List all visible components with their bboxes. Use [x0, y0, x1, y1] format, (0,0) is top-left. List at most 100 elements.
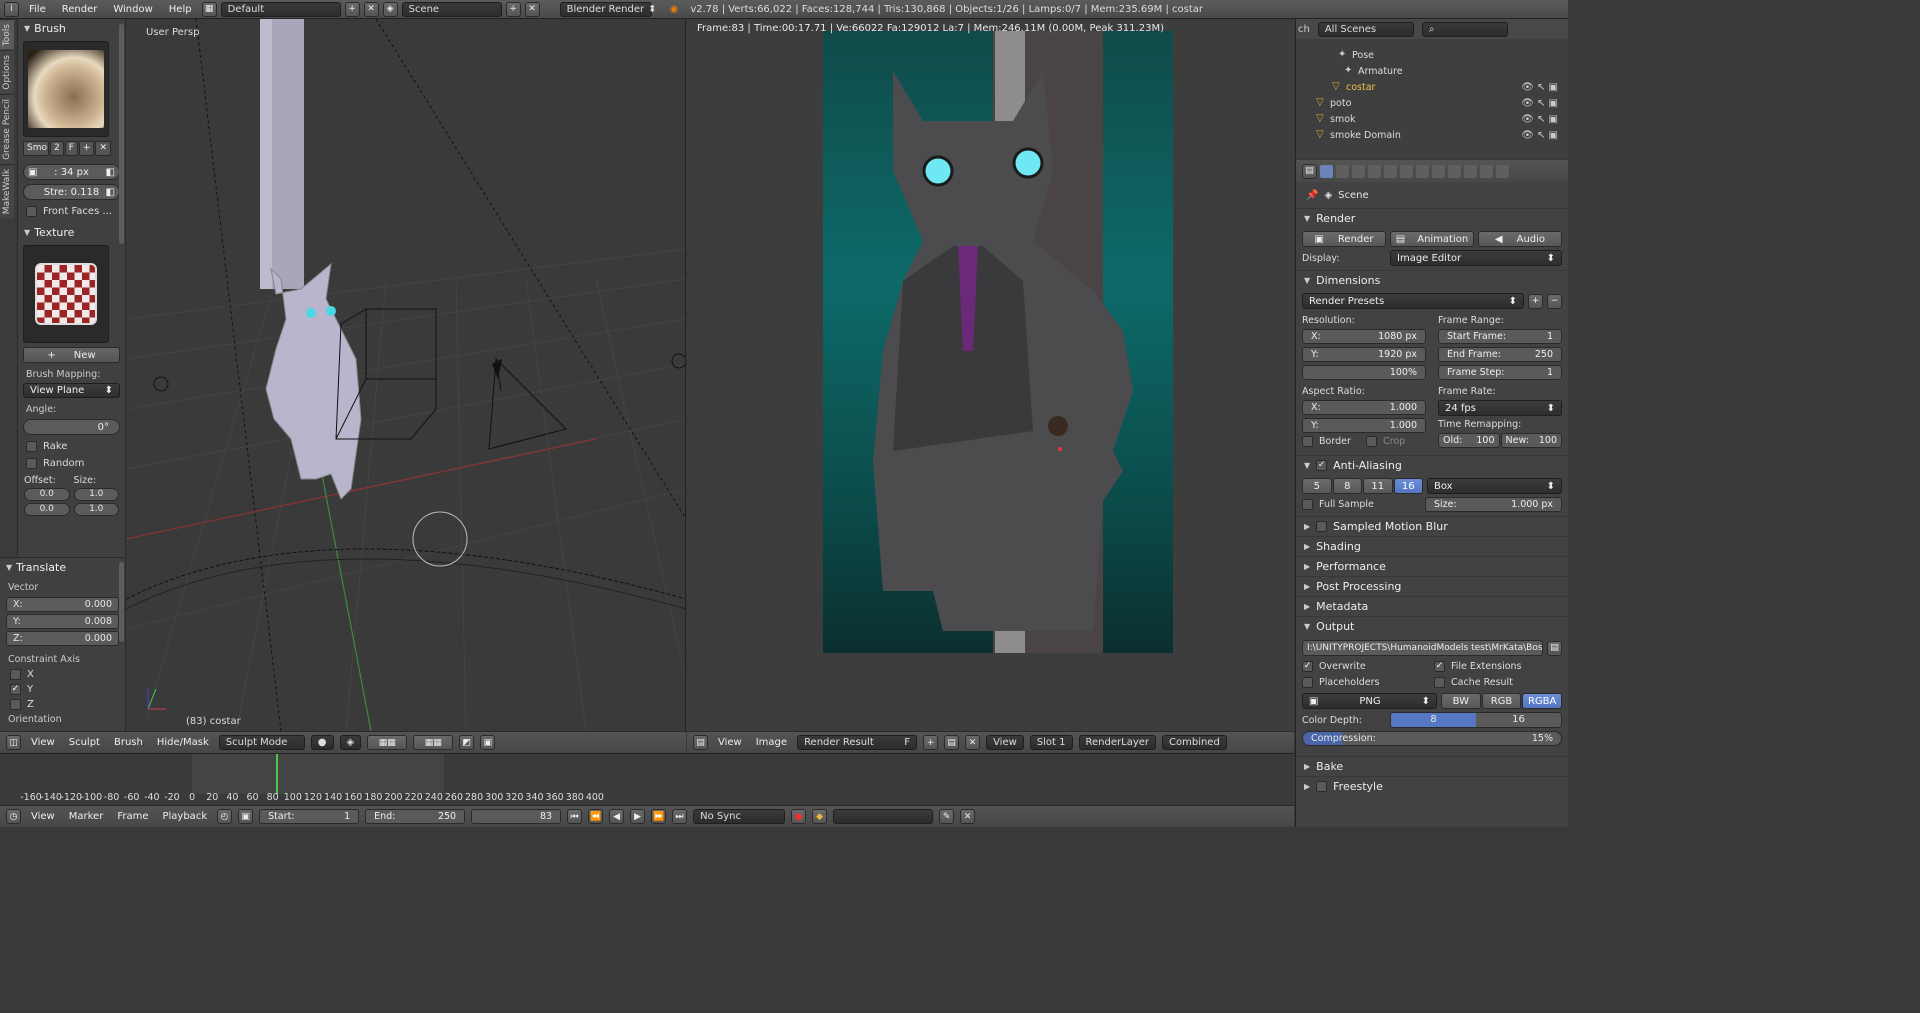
bake-panel-header[interactable]: ▶ Bake	[1296, 756, 1568, 776]
vector-y-field[interactable]: Y: 0.008	[6, 614, 119, 629]
layout-selector[interactable]: Default	[220, 1, 341, 17]
render-tab-icon[interactable]	[1320, 164, 1333, 178]
remove-layout-icon[interactable]: ✕	[363, 1, 379, 17]
view-selector[interactable]: View	[986, 735, 1024, 750]
constraint-y-toggle[interactable]: ✓ Y	[10, 684, 115, 695]
angle-field[interactable]: 0°	[23, 419, 120, 435]
image-selector[interactable]: Render Result F	[797, 735, 918, 750]
pressure-icon[interactable]: ◧	[106, 187, 115, 198]
file-extensions-toggle[interactable]: ✓ File Extensions	[1434, 661, 1562, 672]
pin-icon[interactable]: 📌	[1306, 190, 1318, 201]
menu-image[interactable]: Image	[756, 737, 787, 748]
insert-key-icon[interactable]: ✎	[939, 809, 955, 824]
compression-slider[interactable]: Compression: 15%	[1302, 731, 1562, 746]
prev-keyframe-icon[interactable]: ⏪	[588, 809, 604, 824]
preview-range-icon[interactable]: ◴	[217, 809, 233, 824]
offset-y-field[interactable]: 0.0	[24, 503, 70, 516]
offset-x-field[interactable]: 0.0	[24, 488, 70, 501]
aa-samples-11[interactable]: 11	[1363, 478, 1393, 494]
checkbox-checked[interactable]: ✓	[1434, 661, 1445, 672]
tab-makewalk[interactable]: MakeWalk	[0, 163, 14, 219]
image-editor[interactable]: Frame:83 | Time:00:17.71 | Ve:66022 Fa:1…	[687, 19, 1294, 731]
checkbox[interactable]	[26, 441, 37, 452]
mode-selector[interactable]: Sculpt Mode	[218, 735, 305, 750]
next-keyframe-icon[interactable]: ⏩	[651, 809, 667, 824]
render-presets-dropdown[interactable]: Render Presets ⬍	[1302, 293, 1524, 309]
placeholders-toggle[interactable]: Placeholders	[1302, 677, 1430, 688]
play-reverse-icon[interactable]: ◀	[609, 809, 625, 824]
menu-hide-mask[interactable]: Hide/Mask	[157, 737, 209, 748]
menu-window[interactable]: Window	[113, 4, 152, 15]
texture-tab-icon[interactable]	[1464, 164, 1477, 178]
keying-set-icon[interactable]: ◆	[812, 809, 828, 824]
border-toggle[interactable]: Border	[1302, 436, 1362, 447]
end-frame-field[interactable]: End Frame: 250	[1438, 347, 1562, 362]
texture-panel-header[interactable]: ▼ Texture	[18, 223, 125, 241]
output-path-input[interactable]: I:\UNITYPROJECTS\HumanoidModels test\MrK…	[1302, 640, 1543, 656]
constraint-x-toggle[interactable]: X	[10, 669, 115, 680]
color-mode-rgba[interactable]: RGBA	[1522, 693, 1563, 709]
editor-type-icon[interactable]: ▤	[1302, 163, 1317, 179]
render-layers-tab-icon[interactable]	[1336, 164, 1349, 178]
particles-tab-icon[interactable]	[1480, 164, 1493, 178]
folder-icon[interactable]: ▤	[1547, 640, 1562, 656]
remove-scene-icon[interactable]: ✕	[524, 1, 540, 17]
play-icon[interactable]: ▶	[630, 809, 646, 824]
translate-panel-header[interactable]: ▼ Translate	[0, 558, 125, 576]
menu-help[interactable]: Help	[169, 4, 192, 15]
physics-tab-icon[interactable]	[1496, 164, 1509, 178]
size-y-field[interactable]: 1.0	[73, 503, 119, 516]
scene-selector[interactable]: Scene	[401, 1, 502, 17]
constraint-z-toggle[interactable]: Z	[10, 699, 115, 710]
outliner-item[interactable]: ✦ Pose	[1296, 47, 1568, 63]
visibility-toggles[interactable]: 👁 ↖ ▣	[1521, 82, 1558, 93]
checkbox[interactable]	[1366, 436, 1377, 447]
brush-mapping-dropdown[interactable]: View Plane ⬍	[23, 383, 120, 398]
checkbox-checked[interactable]: ✓	[10, 684, 21, 695]
anti-aliasing-panel-header[interactable]: ▼ ✓ Anti-Aliasing	[1296, 455, 1568, 475]
time-remap-old-field[interactable]: Old: 100	[1438, 433, 1500, 448]
outliner[interactable]: ch All Scenes ⌕ ✦ Pose ✦ Armature ▽ costar 👁…	[1295, 19, 1568, 159]
brush-strength-field[interactable]: Stre: 0.118 ◧	[23, 184, 120, 200]
audio-button[interactable]: ◀ Audio	[1478, 231, 1562, 247]
full-sample-toggle[interactable]: Full Sample	[1302, 499, 1421, 510]
render-engine-selector[interactable]: Blender Render ⬍	[559, 1, 657, 17]
vector-x-field[interactable]: X: 0.000	[6, 597, 119, 612]
file-format-dropdown[interactable]: ▣ PNG ⬍	[1302, 693, 1437, 709]
outliner-item[interactable]: ▽ smoke Domain 👁 ↖ ▣	[1296, 127, 1568, 143]
metadata-panel-header[interactable]: ▶ Metadata	[1296, 596, 1568, 616]
output-panel-header[interactable]: ▼ Output	[1296, 616, 1568, 636]
unlink-brush-icon[interactable]: ✕	[95, 141, 112, 156]
close-image-icon[interactable]: ✕	[965, 735, 981, 750]
menu-view[interactable]: View	[31, 811, 55, 822]
brush-users-count[interactable]: 2	[50, 141, 64, 156]
cache-result-toggle[interactable]: Cache Result	[1434, 677, 1562, 688]
render-button[interactable]: ▣ Render	[1302, 231, 1386, 247]
add-brush-icon[interactable]: +	[78, 141, 95, 156]
fake-user-button[interactable]: F	[904, 736, 910, 749]
anti-aliasing-checkbox[interactable]: ✓	[1316, 460, 1328, 471]
freestyle-panel-header[interactable]: ▶ Freestyle	[1296, 776, 1568, 796]
aa-samples-16[interactable]: 16	[1393, 478, 1423, 494]
menu-file[interactable]: File	[29, 4, 46, 15]
add-image-icon[interactable]: +	[923, 735, 939, 750]
record-icon[interactable]: ●	[791, 809, 807, 824]
lock-icon[interactable]: ▣	[238, 809, 254, 824]
add-scene-icon[interactable]: +	[505, 1, 521, 17]
checkbox[interactable]	[1302, 436, 1313, 447]
random-toggle[interactable]: Random	[26, 458, 117, 469]
animation-button[interactable]: ▤ Animation	[1390, 231, 1474, 247]
object-tab-icon[interactable]	[1384, 164, 1397, 178]
visibility-toggles[interactable]: 👁 ↖ ▣	[1521, 98, 1558, 109]
brush-panel-header[interactable]: ▼ Brush	[18, 19, 125, 37]
visibility-toggles[interactable]: 👁 ↖ ▣	[1521, 130, 1558, 141]
screen-layout-icon[interactable]: ▦	[201, 1, 217, 17]
world-tab-icon[interactable]	[1368, 164, 1381, 178]
end-frame-field[interactable]: End: 250	[365, 809, 466, 824]
constraints-tab-icon[interactable]	[1400, 164, 1413, 178]
aspect-x-field[interactable]: X: 1.000	[1302, 400, 1426, 415]
checkbox[interactable]	[1434, 677, 1445, 688]
current-frame-playhead[interactable]	[275, 754, 278, 794]
checkbox[interactable]	[26, 458, 37, 469]
aa-samples-5[interactable]: 5	[1302, 478, 1332, 494]
